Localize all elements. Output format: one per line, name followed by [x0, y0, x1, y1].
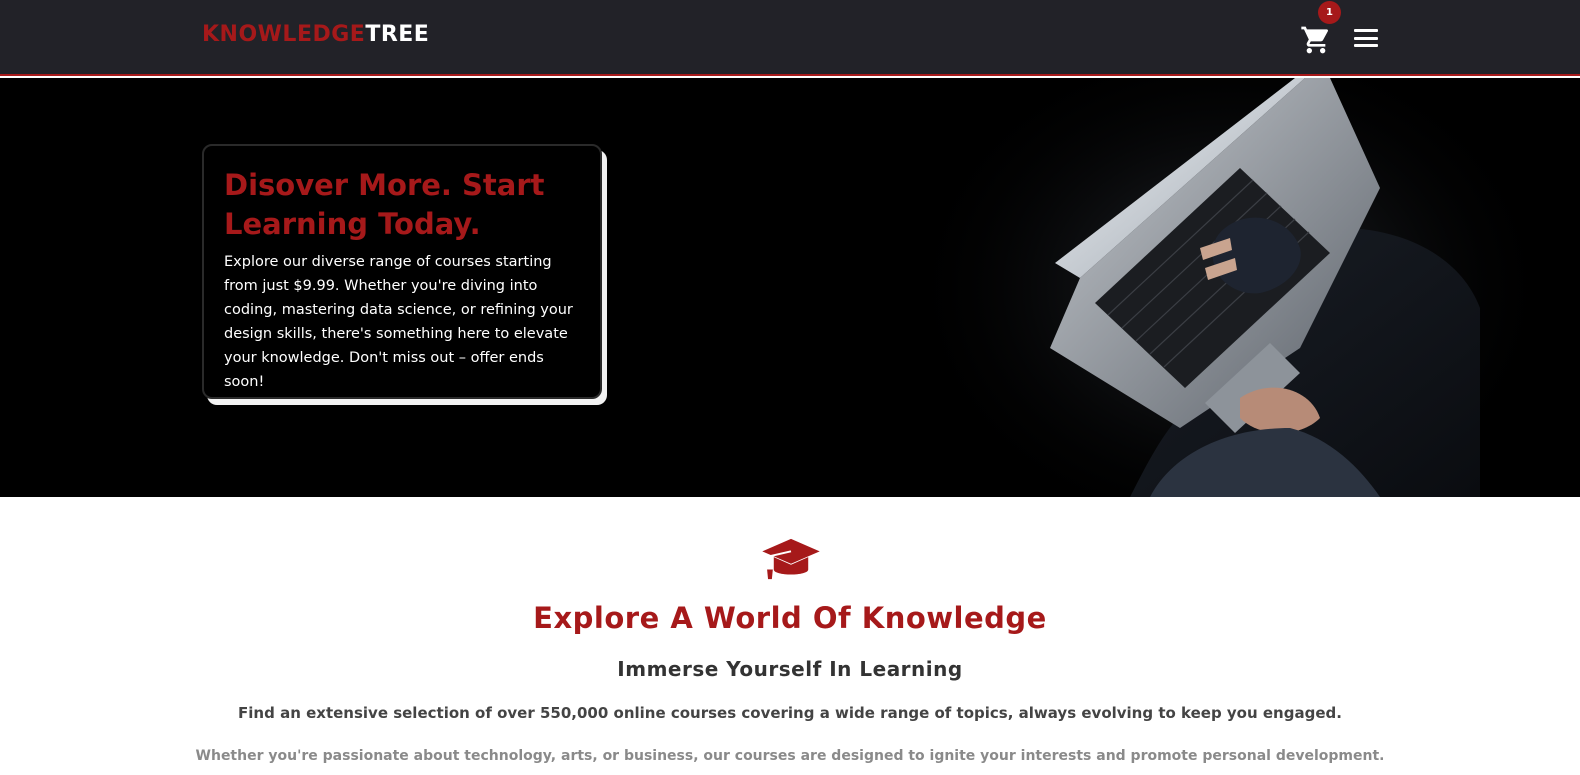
- cart-count-badge: 1: [1318, 1, 1341, 24]
- intro-section: Explore A World Of Knowledge Immerse You…: [0, 497, 1580, 775]
- navbar: KNOWLEDGETREE 1: [0, 0, 1580, 76]
- hero-banner: Disover More. Start Learning Today. Expl…: [0, 78, 1580, 497]
- graduation-cap-icon: [762, 538, 820, 580]
- section-subtitle: Immerse Yourself In Learning: [617, 657, 963, 681]
- promo-text: Explore our diverse range of courses sta…: [224, 254, 573, 390]
- promo-card: Disover More. Start Learning Today. Expl…: [202, 144, 602, 399]
- intro-paragraph-1: Find an extensive selection of over 550,…: [238, 704, 1342, 722]
- logo-tree: TREE: [365, 22, 430, 47]
- hamburger-icon[interactable]: [1352, 26, 1380, 50]
- brand-logo[interactable]: KNOWLEDGETREE: [202, 22, 429, 47]
- intro-paragraph-2: Whether you're passionate about technolo…: [195, 748, 1385, 764]
- logo-knowledge: KNOWLEDGE: [202, 22, 366, 47]
- cart-icon[interactable]: [1300, 24, 1332, 56]
- promo-title: Disover More. Start Learning Today.: [224, 168, 545, 241]
- section-title: Explore A World Of Knowledge: [533, 601, 1047, 635]
